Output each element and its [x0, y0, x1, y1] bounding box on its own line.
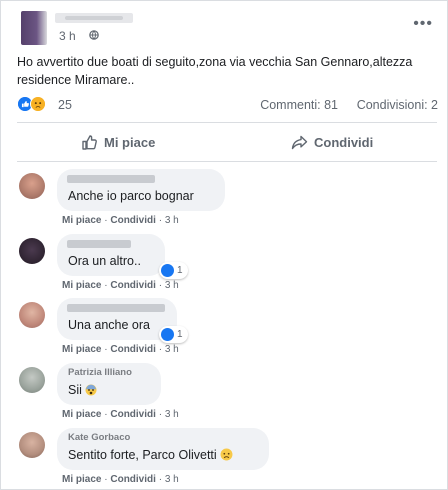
- reaction-count: 25: [58, 98, 72, 112]
- facebook-post: 3 h ••• Ho avvertito due boati di seguit…: [0, 0, 448, 490]
- comment-like-link[interactable]: Mi piace: [62, 344, 101, 355]
- comment-bubble: Kate Gorbaco Sentito forte, Parco Olivet…: [57, 428, 269, 470]
- comment-text: Sentito forte, Parco Olivetti: [68, 448, 233, 462]
- comment-text: Anche io parco bognar: [68, 189, 194, 203]
- comment-text: Ora un altro..: [68, 254, 141, 268]
- comment-like-link[interactable]: Mi piace: [62, 474, 101, 485]
- comment-like-link[interactable]: Mi piace: [62, 215, 101, 226]
- comment-text-content: Sii: [68, 383, 82, 397]
- more-options-icon[interactable]: •••: [413, 15, 433, 33]
- comment-item: Ora un altro.. 1 Mi piace · Condividi · …: [17, 234, 437, 294]
- commenter-avatar[interactable]: [19, 238, 45, 264]
- share-button-label: Condividi: [314, 134, 374, 150]
- comment-time[interactable]: 3 h: [165, 474, 179, 485]
- like-reaction-icon: [161, 264, 174, 277]
- comment-share-link[interactable]: Condividi: [110, 280, 156, 291]
- comment-time[interactable]: 3 h: [165, 409, 179, 420]
- comment-item: Kate Gorbaco Sentito forte, Parco Olivet…: [17, 428, 437, 488]
- commenter-name[interactable]: Patrizia Illiano: [68, 367, 132, 378]
- commenter-avatar[interactable]: [19, 367, 45, 393]
- comment-like-link[interactable]: Mi piace: [62, 409, 101, 420]
- shares-count-link[interactable]: Condivisioni: 2: [357, 98, 438, 112]
- post-text-line-1: Ho avvertito due boati di seguito,zona v…: [17, 55, 413, 69]
- commenter-avatar[interactable]: [19, 302, 45, 328]
- comment-meta: Mi piace · Condividi · 3 h: [62, 474, 179, 485]
- comment-item: Anche io parco bognar Mi piace · Condivi…: [17, 169, 437, 229]
- comment-reaction-count: 1: [177, 329, 183, 340]
- comment-meta: Mi piace · Condividi · 3 h: [62, 280, 179, 291]
- comment-meta: Mi piace · Condividi · 3 h: [62, 215, 179, 226]
- sad-face-icon: [30, 96, 46, 112]
- comment-text: Una anche ora: [68, 318, 151, 332]
- thumbs-up-icon: [82, 134, 97, 150]
- comment-share-link[interactable]: Condividi: [110, 344, 156, 355]
- comment-item: Patrizia Illiano Sii Mi piace · Condivid…: [17, 363, 437, 423]
- post-timestamp[interactable]: 3 h: [59, 29, 76, 43]
- scared-face-icon: [85, 384, 97, 396]
- commenter-avatar[interactable]: [19, 173, 45, 199]
- post-action-bar: Mi piace Condividi: [17, 122, 437, 162]
- comment-meta: Mi piace · Condividi · 3 h: [62, 344, 179, 355]
- comment-reaction-badge[interactable]: 1: [159, 262, 188, 279]
- comment-bubble: Patrizia Illiano Sii: [57, 363, 161, 405]
- like-button[interactable]: Mi piace: [81, 123, 155, 161]
- sad-face-icon: [220, 448, 233, 461]
- share-arrow-icon: [291, 135, 308, 149]
- comment-time[interactable]: 3 h: [165, 344, 179, 355]
- comments-count-link[interactable]: Commenti: 81: [260, 98, 338, 112]
- commenter-name-redacted[interactable]: [67, 175, 155, 183]
- comment-text-content: Sentito forte, Parco Olivetti: [68, 448, 217, 462]
- globe-icon: [89, 30, 99, 40]
- author-avatar[interactable]: [21, 11, 47, 45]
- commenter-name-redacted[interactable]: [67, 304, 165, 312]
- commenter-name[interactable]: Kate Gorbaco: [68, 432, 130, 443]
- comment-meta: Mi piace · Condividi · 3 h: [62, 409, 179, 420]
- post-header: 3 h •••: [17, 9, 437, 49]
- comment-like-link[interactable]: Mi piace: [62, 280, 101, 291]
- post-text-line-2: residence Miramare..: [17, 73, 135, 87]
- share-button[interactable]: Condividi: [291, 123, 373, 161]
- author-name-redacted[interactable]: [55, 13, 133, 23]
- comment-share-link[interactable]: Condividi: [110, 215, 156, 226]
- comment-reaction-badge[interactable]: 1: [159, 326, 188, 343]
- comment-share-link[interactable]: Condividi: [110, 474, 156, 485]
- like-reaction-icon: [161, 328, 174, 341]
- commenter-name-redacted[interactable]: [67, 240, 131, 248]
- comment-text: Sii: [68, 383, 97, 397]
- like-button-label: Mi piace: [104, 134, 156, 150]
- comment-bubble: Ora un altro..: [57, 234, 165, 276]
- post-body: Ho avvertito due boati di seguito,zona v…: [17, 53, 441, 89]
- comment-share-link[interactable]: Condividi: [110, 409, 156, 420]
- comment-time[interactable]: 3 h: [165, 215, 179, 226]
- comment-item: Una anche ora 1 Mi piace · Condividi · 3…: [17, 298, 437, 358]
- comment-time[interactable]: 3 h: [165, 280, 179, 291]
- commenter-avatar[interactable]: [19, 432, 45, 458]
- comment-bubble: Anche io parco bognar: [57, 169, 225, 211]
- comment-reaction-count: 1: [177, 265, 183, 276]
